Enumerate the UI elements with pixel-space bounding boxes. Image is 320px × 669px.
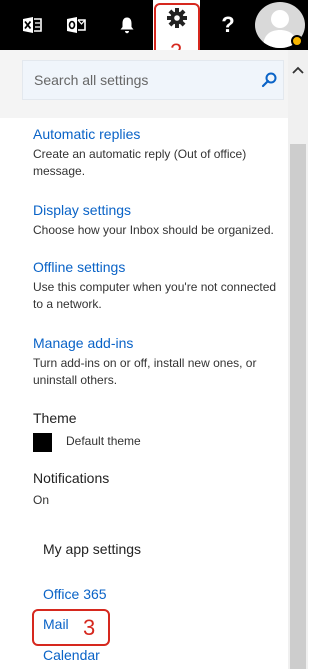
setting-theme[interactable]: Theme Default theme — [33, 409, 283, 459]
theme-value: Default theme — [66, 434, 141, 448]
excel-icon — [23, 17, 42, 33]
chevron-up-icon — [292, 66, 304, 74]
annotation-number-3: 3 — [83, 615, 96, 640]
search-box[interactable] — [22, 60, 284, 100]
help-icon: ? — [221, 12, 235, 37]
settings-panel: Automatic replies Create an automatic re… — [0, 50, 308, 669]
bell-icon — [120, 17, 134, 34]
app-link-calendar[interactable]: Calendar — [43, 647, 100, 663]
display-settings-link[interactable]: Display settings — [33, 201, 283, 219]
search-icon[interactable] — [261, 72, 277, 88]
notifications-value: On — [33, 493, 50, 507]
app-link-office365[interactable]: Office 365 — [43, 586, 107, 602]
presence-status-icon — [291, 35, 303, 47]
scrollbar[interactable] — [288, 50, 308, 669]
excel-app-button[interactable] — [12, 0, 52, 50]
setting-manage-addins: Manage add-ins Turn add-ins on or off, i… — [33, 334, 283, 389]
help-button[interactable]: ? — [210, 0, 246, 50]
offline-settings-link[interactable]: Offline settings — [33, 258, 283, 276]
setting-automatic-replies: Automatic replies Create an automatic re… — [33, 125, 283, 180]
scroll-thumb[interactable] — [290, 144, 306, 669]
theme-label: Theme — [33, 410, 77, 426]
theme-swatch — [33, 433, 52, 452]
outlook-icon — [67, 17, 86, 33]
outlook-app-button[interactable] — [56, 0, 96, 50]
setting-display: Display settings Choose how your Inbox s… — [33, 201, 283, 239]
offline-settings-description: Use this computer when you're not connec… — [33, 280, 277, 311]
manage-addins-link[interactable]: Manage add-ins — [33, 334, 283, 352]
manage-addins-description: Turn add-ins on or off, install new ones… — [33, 356, 257, 387]
scroll-up-button[interactable] — [288, 62, 308, 78]
setting-offline: Offline settings Use this computer when … — [33, 258, 283, 313]
search-area — [0, 50, 288, 118]
notifications-button[interactable] — [107, 0, 147, 50]
automatic-replies-description: Create an automatic reply (Out of office… — [33, 147, 247, 178]
my-app-settings-heading: My app settings — [43, 541, 142, 557]
setting-notifications[interactable]: Notifications On — [33, 469, 283, 509]
search-input[interactable] — [23, 61, 264, 99]
notifications-label: Notifications — [33, 470, 110, 486]
annotation-box-mail — [32, 609, 110, 646]
automatic-replies-link[interactable]: Automatic replies — [33, 125, 283, 143]
display-settings-description: Choose how your Inbox should be organize… — [33, 223, 274, 237]
